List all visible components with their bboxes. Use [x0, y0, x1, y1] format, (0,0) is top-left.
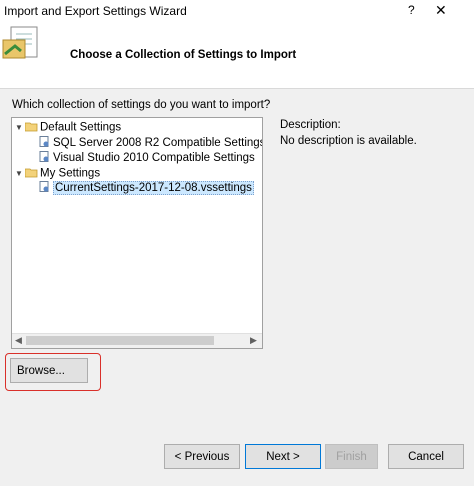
previous-button[interactable]: < Previous — [164, 444, 240, 469]
tree-node-label: Default Settings — [40, 121, 122, 134]
horizontal-scrollbar[interactable]: ◀ ▶ — [12, 333, 262, 348]
collection-question: Which collection of settings do you want… — [12, 99, 271, 111]
scrollbar-thumb[interactable] — [26, 336, 214, 345]
tree-node-label: My Settings — [40, 167, 101, 180]
folder-open-icon — [25, 122, 38, 131]
settings-wizard-icon — [2, 26, 38, 59]
wizard-footer: < Previous Next > Finish Cancel — [0, 426, 474, 486]
tree-node-label: CurrentSettings-2017-12-08.vssettings — [53, 181, 254, 195]
description-label: Description: — [280, 119, 341, 131]
wizard-header: Choose a Collection of Settings to Impor… — [0, 24, 474, 88]
title-bar: Import and Export Settings Wizard ? ✕ — [0, 0, 474, 24]
tree-node-default-settings[interactable]: ▼ Default Settings — [15, 120, 121, 135]
tree-node-my-settings[interactable]: ▼ My Settings — [15, 166, 100, 181]
tree-node-vs2010[interactable]: Visual Studio 2010 Compatible Settings — [39, 151, 255, 166]
tree-node-label: Visual Studio 2010 Compatible Settings — [53, 152, 255, 164]
cancel-button[interactable]: Cancel — [388, 444, 464, 469]
wizard-body: Which collection of settings do you want… — [0, 88, 474, 427]
browse-button[interactable]: Browse... — [10, 358, 88, 383]
scroll-right-icon[interactable]: ▶ — [250, 335, 257, 346]
next-button[interactable]: Next > — [245, 444, 321, 469]
tree-node-sql-server[interactable]: SQL Server 2008 R2 Compatible Settings (… — [39, 136, 263, 151]
description-value: No description is available. — [280, 135, 417, 147]
folder-open-icon — [25, 168, 38, 177]
window-title: Import and Export Settings Wizard — [4, 4, 187, 18]
settings-file-icon — [39, 181, 49, 192]
settings-tree[interactable]: ▼ Default Settings SQL Server 2008 R2 Com… — [11, 117, 263, 349]
tree-node-current-settings[interactable]: CurrentSettings-2017-12-08.vssettings — [39, 181, 254, 196]
finish-button[interactable]: Finish — [325, 444, 378, 469]
tree-node-label: SQL Server 2008 R2 Compatible Settings (… — [53, 137, 263, 149]
settings-file-icon — [39, 151, 49, 162]
collapse-icon[interactable]: ▼ — [15, 120, 25, 135]
settings-file-icon — [39, 136, 49, 147]
close-button[interactable]: ✕ — [435, 2, 447, 19]
scroll-left-icon[interactable]: ◀ — [15, 335, 22, 346]
help-button[interactable]: ? — [408, 3, 415, 17]
page-title: Choose a Collection of Settings to Impor… — [70, 49, 297, 61]
collapse-icon[interactable]: ▼ — [15, 166, 25, 181]
